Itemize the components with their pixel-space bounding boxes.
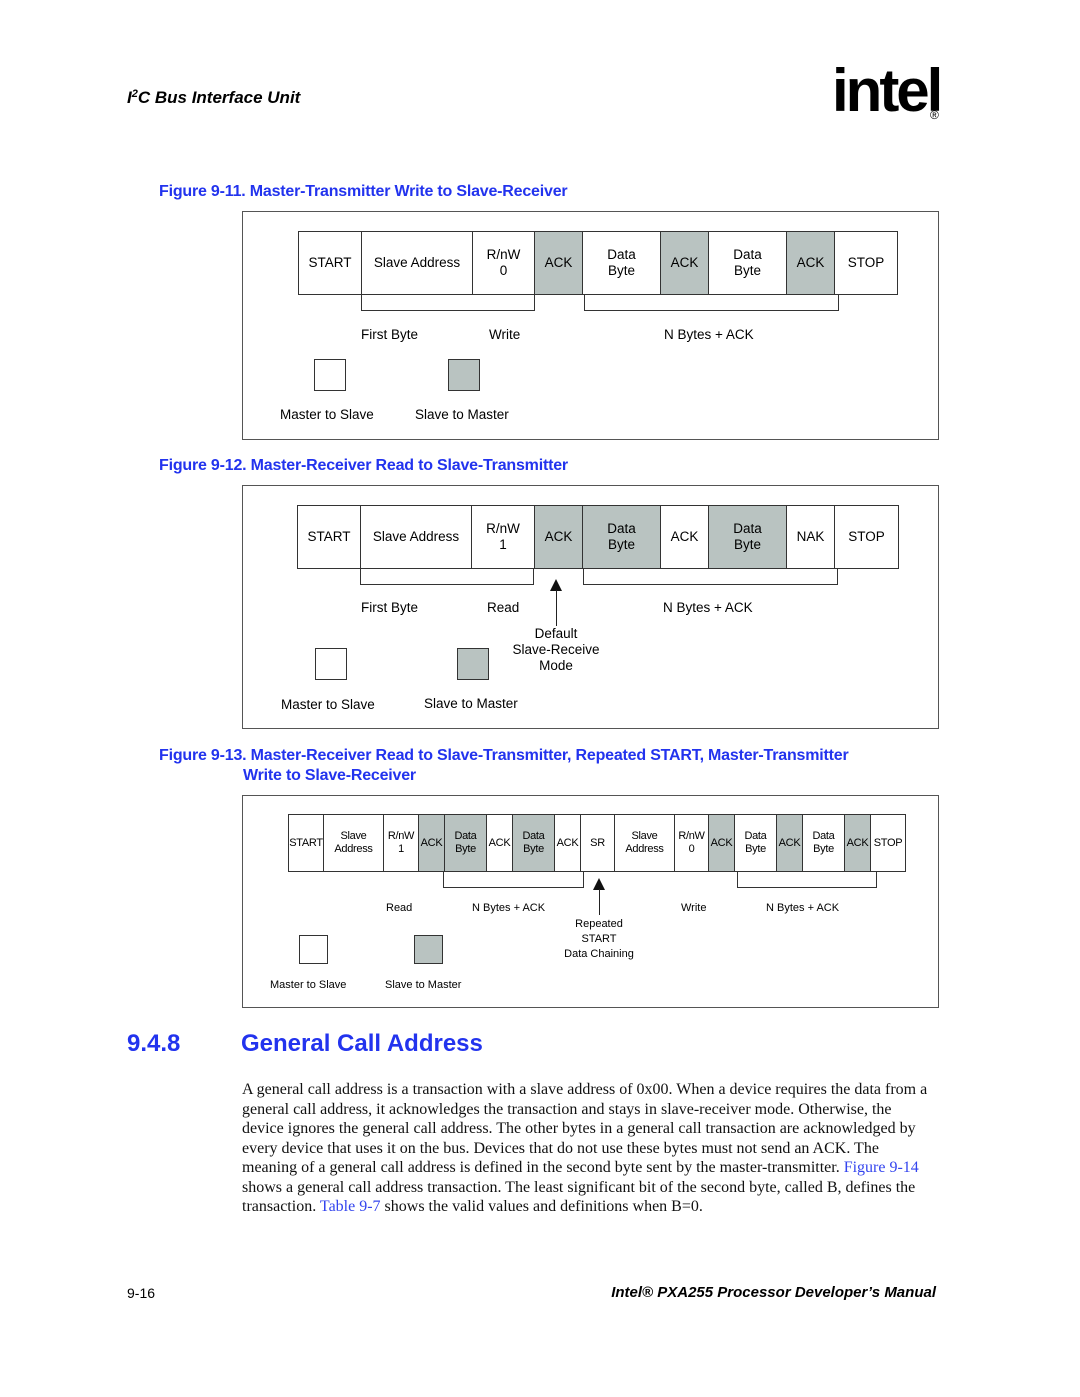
figure-9-11-caption: Figure 9-11. Master-Transmitter Write to…	[159, 183, 568, 200]
page-number: 9-16	[127, 1285, 156, 1301]
intel-logo: intel ®	[832, 57, 943, 130]
frame-cell-ack: ACK	[661, 506, 709, 568]
legend-slave-to-master: Slave to Master	[385, 979, 462, 991]
figure-9-13-caption-line2: Write to Slave-Receiver	[243, 767, 416, 784]
frame-cell-data-byte: Data Byte	[583, 232, 661, 294]
frame-cell-start: START	[298, 506, 361, 568]
slave-to-master-swatch	[448, 359, 480, 391]
frame-cell-data-byte: Data Byte	[803, 815, 845, 871]
frame-cell-data-byte: Data Byte	[709, 506, 787, 568]
frame-cell-stop: STOP	[871, 815, 905, 871]
frame-cell-ack: ACK	[709, 815, 735, 871]
frame-cell-ack: ACK	[535, 232, 583, 294]
write-n-bytes-bracket	[737, 872, 877, 888]
first-byte-label: First Byte	[361, 327, 419, 342]
header-suffix: C Bus Interface Unit	[137, 88, 301, 107]
first-byte-label: First Byte	[361, 600, 419, 615]
frame-cell-r-nw-0: R/nW 0	[675, 815, 709, 871]
write-n-bytes-label: N Bytes + ACK	[766, 902, 840, 914]
read-n-bytes-label: N Bytes + ACK	[472, 902, 546, 914]
frame-cell-ack: ACK	[419, 815, 445, 871]
figure-9-12-caption: Figure 9-12. Master-Receiver Read to Sla…	[159, 457, 568, 474]
n-bytes-bracket	[584, 295, 839, 311]
write-label: Write	[489, 327, 521, 342]
figure-9-13: START Slave Address R/nW 1 ACK Data Byte ACK D…	[242, 795, 939, 1008]
section-paragraph: A general call address is a transaction …	[242, 1080, 937, 1217]
paragraph-text: A general call address is a transaction …	[242, 1081, 928, 1176]
frame-cell-data-byte: Data Byte	[583, 506, 661, 568]
frame-cell-stop: STOP	[835, 506, 898, 568]
frame-cell-slave-address: Slave Address	[615, 815, 675, 871]
repeated-start-annotation: Repeated START Data Chaining	[564, 918, 634, 960]
frame-cell-ack: ACK	[661, 232, 709, 294]
frame-cell-start: START	[289, 815, 324, 871]
cross-reference-link[interactable]: Figure 9-14	[844, 1159, 919, 1176]
legend-slave-to-master: Slave to Master	[415, 407, 509, 422]
figure-9-11: START Slave Address R/nW 0 ACK Data Byte ACK D…	[242, 211, 939, 440]
frame-cell-ack: ACK	[487, 815, 513, 871]
frame-cell-r-nw-1: R/nW 1	[472, 506, 535, 568]
frame-cell-data-byte: Data Byte	[513, 815, 555, 871]
slave-to-master-swatch	[414, 935, 443, 964]
frame-cell-r-nw-0: R/nW 0	[473, 232, 535, 294]
slave-to-master-swatch	[457, 648, 489, 680]
read-label: Read	[487, 600, 520, 615]
section-title: General Call Address	[241, 1030, 483, 1057]
frame-cell-slave-address: Slave Address	[362, 232, 473, 294]
section-number: 9.4.8	[127, 1030, 181, 1057]
frame-cell-sr: SR	[581, 815, 615, 871]
legend-master-to-slave: Master to Slave	[280, 407, 374, 422]
frame-cell-start: START	[299, 232, 362, 294]
arrow-shaft	[599, 889, 600, 915]
n-bytes-label: N Bytes + ACK	[664, 327, 754, 342]
frame-cell-slave-address: Slave Address	[361, 506, 472, 568]
legend-master-to-slave: Master to Slave	[281, 697, 375, 712]
figure-9-12: START Slave Address R/nW 1 ACK Data Byte ACK D…	[242, 485, 939, 729]
figure-9-13-caption-line1: Figure 9-13. Master-Receiver Read to Sla…	[159, 747, 849, 764]
default-slave-receive-annotation: Default Slave-Receive Mode	[512, 626, 600, 673]
paragraph-text: shows the valid values and definitions w…	[380, 1198, 703, 1215]
figure-9-11-frame-sequence: START Slave Address R/nW 0 ACK Data Byte ACK D…	[298, 231, 898, 295]
n-bytes-label: N Bytes + ACK	[663, 600, 753, 615]
frame-cell-ack: ACK	[787, 232, 835, 294]
figure-9-13-frame-sequence: START Slave Address R/nW 1 ACK Data Byte ACK D…	[288, 814, 906, 872]
frame-cell-ack: ACK	[845, 815, 871, 871]
cross-reference-link[interactable]: Table 9-7	[320, 1198, 381, 1215]
manual-title: Intel® PXA255 Processor Developer’s Manu…	[611, 1284, 936, 1301]
figure-9-12-frame-sequence: START Slave Address R/nW 1 ACK Data Byte ACK D…	[297, 505, 899, 569]
running-header: I2C Bus Interface Unit	[127, 88, 300, 108]
read-n-bytes-bracket	[443, 872, 584, 888]
frame-cell-nak: NAK	[787, 506, 835, 568]
frame-cell-data-byte: Data Byte	[445, 815, 487, 871]
frame-cell-ack: ACK	[777, 815, 803, 871]
frame-cell-data-byte: Data Byte	[735, 815, 777, 871]
logo-wordmark: intel	[832, 57, 943, 124]
frame-cell-slave-address: Slave Address	[324, 815, 384, 871]
master-to-slave-swatch	[299, 935, 328, 964]
read-label: Read	[386, 902, 413, 914]
frame-cell-data-byte: Data Byte	[709, 232, 787, 294]
frame-cell-r-nw-1: R/nW 1	[384, 815, 419, 871]
frame-cell-ack: ACK	[555, 815, 581, 871]
legend-master-to-slave: Master to Slave	[270, 979, 347, 991]
legend-slave-to-master: Slave to Master	[424, 696, 518, 711]
first-byte-bracket	[361, 295, 535, 311]
arrow-shaft	[556, 590, 557, 626]
first-byte-bracket	[360, 569, 534, 585]
master-to-slave-swatch	[315, 648, 347, 680]
registered-mark-icon: ®	[930, 108, 939, 122]
frame-cell-stop: STOP	[835, 232, 897, 294]
master-to-slave-swatch	[314, 359, 346, 391]
frame-cell-ack: ACK	[535, 506, 583, 568]
write-label: Write	[681, 902, 707, 914]
n-bytes-bracket	[583, 569, 838, 585]
